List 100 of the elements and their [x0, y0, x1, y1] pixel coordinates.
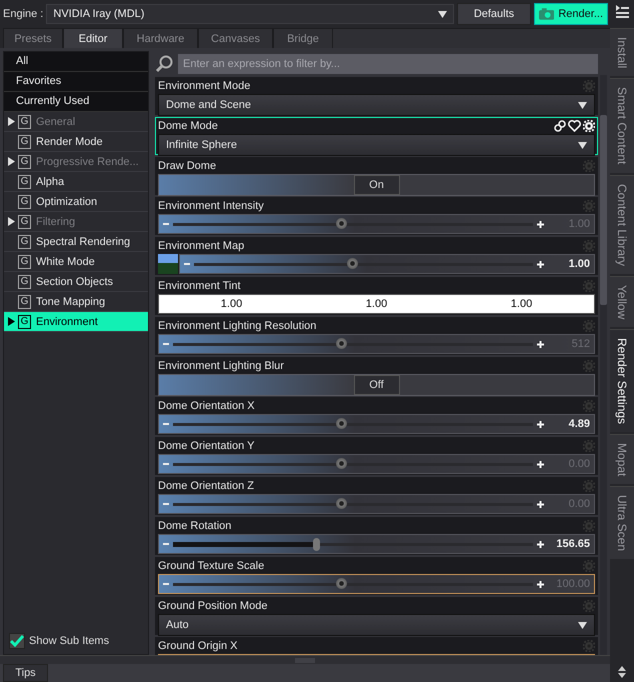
- side-tab[interactable]: Content Library: [610, 174, 634, 274]
- slider-thumb[interactable]: [336, 458, 348, 468]
- group-label: Progressive Rende...: [36, 156, 139, 168]
- color-field[interactable]: 1.00 1.00 1.00: [158, 294, 595, 314]
- slider-value[interactable]: 4.89: [548, 418, 590, 430]
- property-label: Environment Intensity: [158, 200, 264, 212]
- heart-icon[interactable]: [568, 120, 581, 132]
- render-button[interactable]: Render...: [534, 3, 608, 25]
- expand-arrow-icon[interactable]: [8, 157, 14, 166]
- property-label: Ground Origin X: [158, 640, 238, 652]
- dropdown[interactable]: Dome and Scene: [158, 94, 595, 116]
- property-label: Environment Mode: [158, 80, 250, 92]
- plus-icon[interactable]: [537, 580, 544, 588]
- dropdown[interactable]: Auto: [158, 614, 595, 636]
- group-icon: G: [18, 134, 31, 148]
- checkbox[interactable]: [9, 633, 25, 649]
- slider-thumb[interactable]: [336, 498, 348, 508]
- group-label: Section Objects: [36, 276, 114, 288]
- property-label: Dome Mode: [158, 120, 218, 132]
- slider-thumb[interactable]: [336, 338, 348, 348]
- group-label: Tone Mapping: [36, 296, 106, 308]
- expand-arrow-icon[interactable]: [8, 217, 14, 226]
- link-icon[interactable]: [554, 120, 566, 132]
- tab[interactable]: Hardware: [123, 28, 198, 48]
- slider[interactable]: 1.00: [179, 254, 595, 274]
- slider-thumb[interactable]: [336, 418, 348, 428]
- slider-thumb[interactable]: [336, 578, 348, 588]
- plus-icon[interactable]: [537, 220, 544, 228]
- engine-dropdown[interactable]: NVIDIA Iray (MDL): [46, 4, 454, 24]
- group-item[interactable]: G Render Mode: [4, 132, 148, 152]
- dropdown[interactable]: Infinite Sphere: [158, 134, 595, 156]
- slider-thumb[interactable]: [313, 538, 320, 550]
- tab[interactable]: Presets: [3, 28, 63, 48]
- side-tab[interactable]: Render Settings: [610, 329, 634, 432]
- menu-icon[interactable]: [614, 4, 630, 20]
- property-label: Ground Texture Scale: [158, 560, 264, 572]
- property-label: Dome Orientation X: [158, 400, 255, 412]
- plus-icon[interactable]: [537, 260, 544, 268]
- expand-arrow-icon[interactable]: [8, 317, 14, 326]
- group-icon: G: [18, 214, 31, 228]
- group-item[interactable]: G Spectral Rendering: [4, 232, 148, 252]
- side-tab[interactable]: Smart Content: [610, 78, 634, 173]
- slider-value[interactable]: 156.65: [548, 538, 590, 550]
- plus-icon[interactable]: [537, 540, 544, 548]
- group-label: General: [36, 116, 76, 128]
- tips-tab[interactable]: Tips: [3, 664, 48, 682]
- group-icon: G: [18, 314, 31, 328]
- group-item[interactable]: G Filtering: [4, 212, 148, 232]
- property-label: Environment Lighting Blur: [158, 360, 284, 372]
- slider-value[interactable]: 1.00: [548, 258, 590, 270]
- plus-icon[interactable]: [537, 500, 544, 508]
- slider-thumb[interactable]: [347, 258, 358, 268]
- filter-item[interactable]: Favorites: [4, 72, 148, 92]
- engine-label: Engine :: [3, 8, 44, 20]
- plus-icon[interactable]: [537, 460, 544, 468]
- scrollbar[interactable]: [600, 75, 607, 655]
- filter-item[interactable]: All: [4, 52, 148, 72]
- group-item[interactable]: G General: [4, 112, 148, 132]
- filter-item[interactable]: Currently Used: [4, 92, 148, 112]
- slider[interactable]: 156.65: [158, 534, 595, 554]
- group-icon: G: [18, 154, 31, 168]
- caret-icon: [578, 142, 587, 148]
- tab[interactable]: Bridge: [273, 28, 333, 48]
- filter-field[interactable]: Enter an expression to filter by...: [178, 54, 598, 74]
- side-tab[interactable]: Mopat: [610, 434, 634, 484]
- toggle-button[interactable]: Off: [354, 375, 400, 395]
- plus-icon[interactable]: [537, 420, 544, 428]
- tab[interactable]: Canvases: [198, 28, 273, 48]
- group-label: Optimization: [36, 196, 98, 208]
- group-icon: G: [18, 274, 31, 288]
- group-item[interactable]: G Alpha: [4, 172, 148, 192]
- caret-icon: [578, 102, 587, 108]
- group-item[interactable]: G White Mode: [4, 252, 148, 272]
- side-tab[interactable]: Ultra Scen: [610, 486, 634, 560]
- property-label: Environment Tint: [158, 280, 241, 292]
- property-label: Environment Map: [158, 240, 244, 252]
- property-label: Dome Orientation Y: [158, 440, 254, 452]
- search-icon[interactable]: [155, 54, 175, 74]
- slider-thumb[interactable]: [336, 218, 348, 228]
- group-item[interactable]: G Environment: [4, 312, 148, 332]
- property-label: Dome Orientation Z: [158, 480, 254, 492]
- defaults-button[interactable]: Defaults: [457, 3, 531, 25]
- slider[interactable]: 4.89: [158, 414, 595, 434]
- side-tab[interactable]: Yellow: [610, 276, 634, 328]
- group-item[interactable]: G Section Objects: [4, 272, 148, 292]
- plus-icon[interactable]: [537, 340, 544, 348]
- expand-arrow-icon[interactable]: [8, 117, 14, 126]
- group-item[interactable]: G Optimization: [4, 192, 148, 212]
- group-label: Filtering: [36, 216, 76, 228]
- group-icon: G: [18, 294, 31, 308]
- group-icon: G: [18, 194, 31, 208]
- map-thumbnail[interactable]: [158, 254, 178, 274]
- group-item[interactable]: G Progressive Rende...: [4, 152, 148, 172]
- toggle-button[interactable]: On: [354, 175, 400, 195]
- tab[interactable]: Editor: [63, 28, 123, 48]
- group-label: Environment: [36, 316, 98, 328]
- scroll-arrows-icon[interactable]: [616, 666, 628, 678]
- side-tab[interactable]: Install: [610, 28, 634, 76]
- group-label: White Mode: [36, 256, 95, 268]
- group-icon: G: [18, 254, 31, 268]
